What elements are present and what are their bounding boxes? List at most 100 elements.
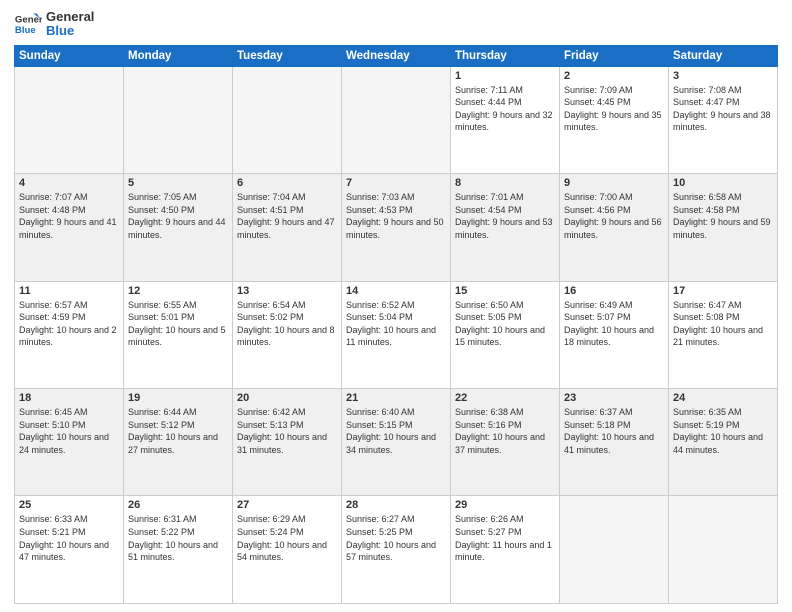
calendar-cell: 1 Sunrise: 7:11 AMSunset: 4:44 PMDaylight… <box>451 66 560 173</box>
day-number: 13 <box>237 285 337 297</box>
col-header-sunday: Sunday <box>15 45 124 66</box>
day-info: Sunrise: 6:37 AMSunset: 5:18 PMDaylight:… <box>564 406 664 456</box>
calendar-cell: 11 Sunrise: 6:57 AMSunset: 4:59 PMDayligh… <box>15 281 124 388</box>
day-info: Sunrise: 6:55 AMSunset: 5:01 PMDaylight:… <box>128 299 228 349</box>
day-info: Sunrise: 7:00 AMSunset: 4:56 PMDaylight:… <box>564 191 664 241</box>
calendar-week-2: 4Sunrise: 7:07 AMSunset: 4:48 PMDaylight… <box>15 174 778 281</box>
day-info: Sunrise: 6:35 AMSunset: 5:19 PMDaylight:… <box>673 406 773 456</box>
calendar-cell: 28 Sunrise: 6:27 AMSunset: 5:25 PMDayligh… <box>342 496 451 604</box>
day-number: 27 <box>237 499 337 511</box>
calendar-cell: 8 Sunrise: 7:01 AMSunset: 4:54 PMDaylight… <box>451 174 560 281</box>
col-header-monday: Monday <box>124 45 233 66</box>
calendar-cell <box>669 496 778 604</box>
day-info: Sunrise: 6:54 AMSunset: 5:02 PMDaylight:… <box>237 299 337 349</box>
calendar-cell: 21 Sunrise: 6:40 AMSunset: 5:15 PMDayligh… <box>342 389 451 496</box>
calendar-cell: 17Sunrise: 6:47 AMSunset: 5:08 PMDayligh… <box>669 281 778 388</box>
day-number: 24 <box>673 392 773 404</box>
day-number: 5 <box>128 177 228 189</box>
calendar-cell: 9 Sunrise: 7:00 AMSunset: 4:56 PMDaylight… <box>560 174 669 281</box>
calendar-week-4: 18 Sunrise: 6:45 AMSunset: 5:10 PMDayligh… <box>15 389 778 496</box>
calendar-cell: 5 Sunrise: 7:05 AMSunset: 4:50 PMDaylight… <box>124 174 233 281</box>
calendar-cell: 20 Sunrise: 6:42 AMSunset: 5:13 PMDayligh… <box>233 389 342 496</box>
day-number: 20 <box>237 392 337 404</box>
calendar-cell: 26Sunrise: 6:31 AMSunset: 5:22 PMDayligh… <box>124 496 233 604</box>
day-info: Sunrise: 6:42 AMSunset: 5:13 PMDaylight:… <box>237 406 337 456</box>
calendar-cell: 29Sunrise: 6:26 AMSunset: 5:27 PMDayligh… <box>451 496 560 604</box>
logo-icon: General Blue <box>14 10 42 38</box>
day-number: 22 <box>455 392 555 404</box>
calendar-cell: 27 Sunrise: 6:29 AMSunset: 5:24 PMDayligh… <box>233 496 342 604</box>
logo-line1: General <box>46 10 94 24</box>
page: General Blue General Blue SundayMondayTu… <box>0 0 792 612</box>
day-info: Sunrise: 7:09 AMSunset: 4:45 PMDaylight:… <box>564 84 664 134</box>
day-number: 14 <box>346 285 446 297</box>
calendar-cell: 18 Sunrise: 6:45 AMSunset: 5:10 PMDayligh… <box>15 389 124 496</box>
calendar-cell <box>342 66 451 173</box>
calendar-cell: 19 Sunrise: 6:44 AMSunset: 5:12 PMDayligh… <box>124 389 233 496</box>
day-info: Sunrise: 7:11 AMSunset: 4:44 PMDaylight:… <box>455 84 555 134</box>
logo-line2: Blue <box>46 24 94 38</box>
calendar-cell <box>15 66 124 173</box>
day-number: 11 <box>19 285 119 297</box>
calendar-cell: 14 Sunrise: 6:52 AMSunset: 5:04 PMDayligh… <box>342 281 451 388</box>
day-number: 21 <box>346 392 446 404</box>
day-info: Sunrise: 6:38 AMSunset: 5:16 PMDaylight:… <box>455 406 555 456</box>
day-number: 7 <box>346 177 446 189</box>
day-info: Sunrise: 7:05 AMSunset: 4:50 PMDaylight:… <box>128 191 228 241</box>
col-header-saturday: Saturday <box>669 45 778 66</box>
day-info: Sunrise: 7:01 AMSunset: 4:54 PMDaylight:… <box>455 191 555 241</box>
day-info: Sunrise: 7:03 AMSunset: 4:53 PMDaylight:… <box>346 191 446 241</box>
day-number: 9 <box>564 177 664 189</box>
day-number: 26 <box>128 499 228 511</box>
day-info: Sunrise: 6:33 AMSunset: 5:21 PMDaylight:… <box>19 513 119 563</box>
day-info: Sunrise: 6:27 AMSunset: 5:25 PMDaylight:… <box>346 513 446 563</box>
col-header-wednesday: Wednesday <box>342 45 451 66</box>
day-info: Sunrise: 6:40 AMSunset: 5:15 PMDaylight:… <box>346 406 446 456</box>
day-info: Sunrise: 7:07 AMSunset: 4:48 PMDaylight:… <box>19 191 119 241</box>
day-number: 28 <box>346 499 446 511</box>
col-header-thursday: Thursday <box>451 45 560 66</box>
calendar-cell: 2 Sunrise: 7:09 AMSunset: 4:45 PMDaylight… <box>560 66 669 173</box>
calendar-cell: 13 Sunrise: 6:54 AMSunset: 5:02 PMDayligh… <box>233 281 342 388</box>
calendar: SundayMondayTuesdayWednesdayThursdayFrid… <box>14 45 778 604</box>
calendar-week-5: 25 Sunrise: 6:33 AMSunset: 5:21 PMDayligh… <box>15 496 778 604</box>
day-number: 2 <box>564 70 664 82</box>
day-number: 10 <box>673 177 773 189</box>
calendar-cell <box>233 66 342 173</box>
day-info: Sunrise: 6:58 AMSunset: 4:58 PMDaylight:… <box>673 191 773 241</box>
day-info: Sunrise: 6:49 AMSunset: 5:07 PMDaylight:… <box>564 299 664 349</box>
day-info: Sunrise: 6:52 AMSunset: 5:04 PMDaylight:… <box>346 299 446 349</box>
day-number: 8 <box>455 177 555 189</box>
day-number: 18 <box>19 392 119 404</box>
day-number: 25 <box>19 499 119 511</box>
logo: General Blue General Blue <box>14 10 94 39</box>
day-number: 15 <box>455 285 555 297</box>
day-number: 12 <box>128 285 228 297</box>
calendar-week-1: 1 Sunrise: 7:11 AMSunset: 4:44 PMDaylight… <box>15 66 778 173</box>
day-info: Sunrise: 6:29 AMSunset: 5:24 PMDaylight:… <box>237 513 337 563</box>
calendar-cell: 12 Sunrise: 6:55 AMSunset: 5:01 PMDayligh… <box>124 281 233 388</box>
calendar-cell <box>560 496 669 604</box>
day-number: 19 <box>128 392 228 404</box>
day-info: Sunrise: 7:04 AMSunset: 4:51 PMDaylight:… <box>237 191 337 241</box>
calendar-cell: 10 Sunrise: 6:58 AMSunset: 4:58 PMDayligh… <box>669 174 778 281</box>
calendar-week-3: 11 Sunrise: 6:57 AMSunset: 4:59 PMDayligh… <box>15 281 778 388</box>
header: General Blue General Blue <box>14 10 778 39</box>
calendar-cell: 3Sunrise: 7:08 AMSunset: 4:47 PMDaylight… <box>669 66 778 173</box>
day-info: Sunrise: 6:26 AMSunset: 5:27 PMDaylight:… <box>455 513 555 563</box>
day-info: Sunrise: 7:08 AMSunset: 4:47 PMDaylight:… <box>673 84 773 134</box>
day-number: 16 <box>564 285 664 297</box>
calendar-cell: 6Sunrise: 7:04 AMSunset: 4:51 PMDaylight… <box>233 174 342 281</box>
calendar-cell: 25 Sunrise: 6:33 AMSunset: 5:21 PMDayligh… <box>15 496 124 604</box>
calendar-cell: 7 Sunrise: 7:03 AMSunset: 4:53 PMDaylight… <box>342 174 451 281</box>
calendar-cell: 23Sunrise: 6:37 AMSunset: 5:18 PMDayligh… <box>560 389 669 496</box>
day-info: Sunrise: 6:44 AMSunset: 5:12 PMDaylight:… <box>128 406 228 456</box>
day-info: Sunrise: 6:45 AMSunset: 5:10 PMDaylight:… <box>19 406 119 456</box>
calendar-cell: 16 Sunrise: 6:49 AMSunset: 5:07 PMDayligh… <box>560 281 669 388</box>
calendar-header-row: SundayMondayTuesdayWednesdayThursdayFrid… <box>15 45 778 66</box>
day-info: Sunrise: 6:57 AMSunset: 4:59 PMDaylight:… <box>19 299 119 349</box>
col-header-tuesday: Tuesday <box>233 45 342 66</box>
day-number: 1 <box>455 70 555 82</box>
svg-text:Blue: Blue <box>15 25 36 36</box>
col-header-friday: Friday <box>560 45 669 66</box>
